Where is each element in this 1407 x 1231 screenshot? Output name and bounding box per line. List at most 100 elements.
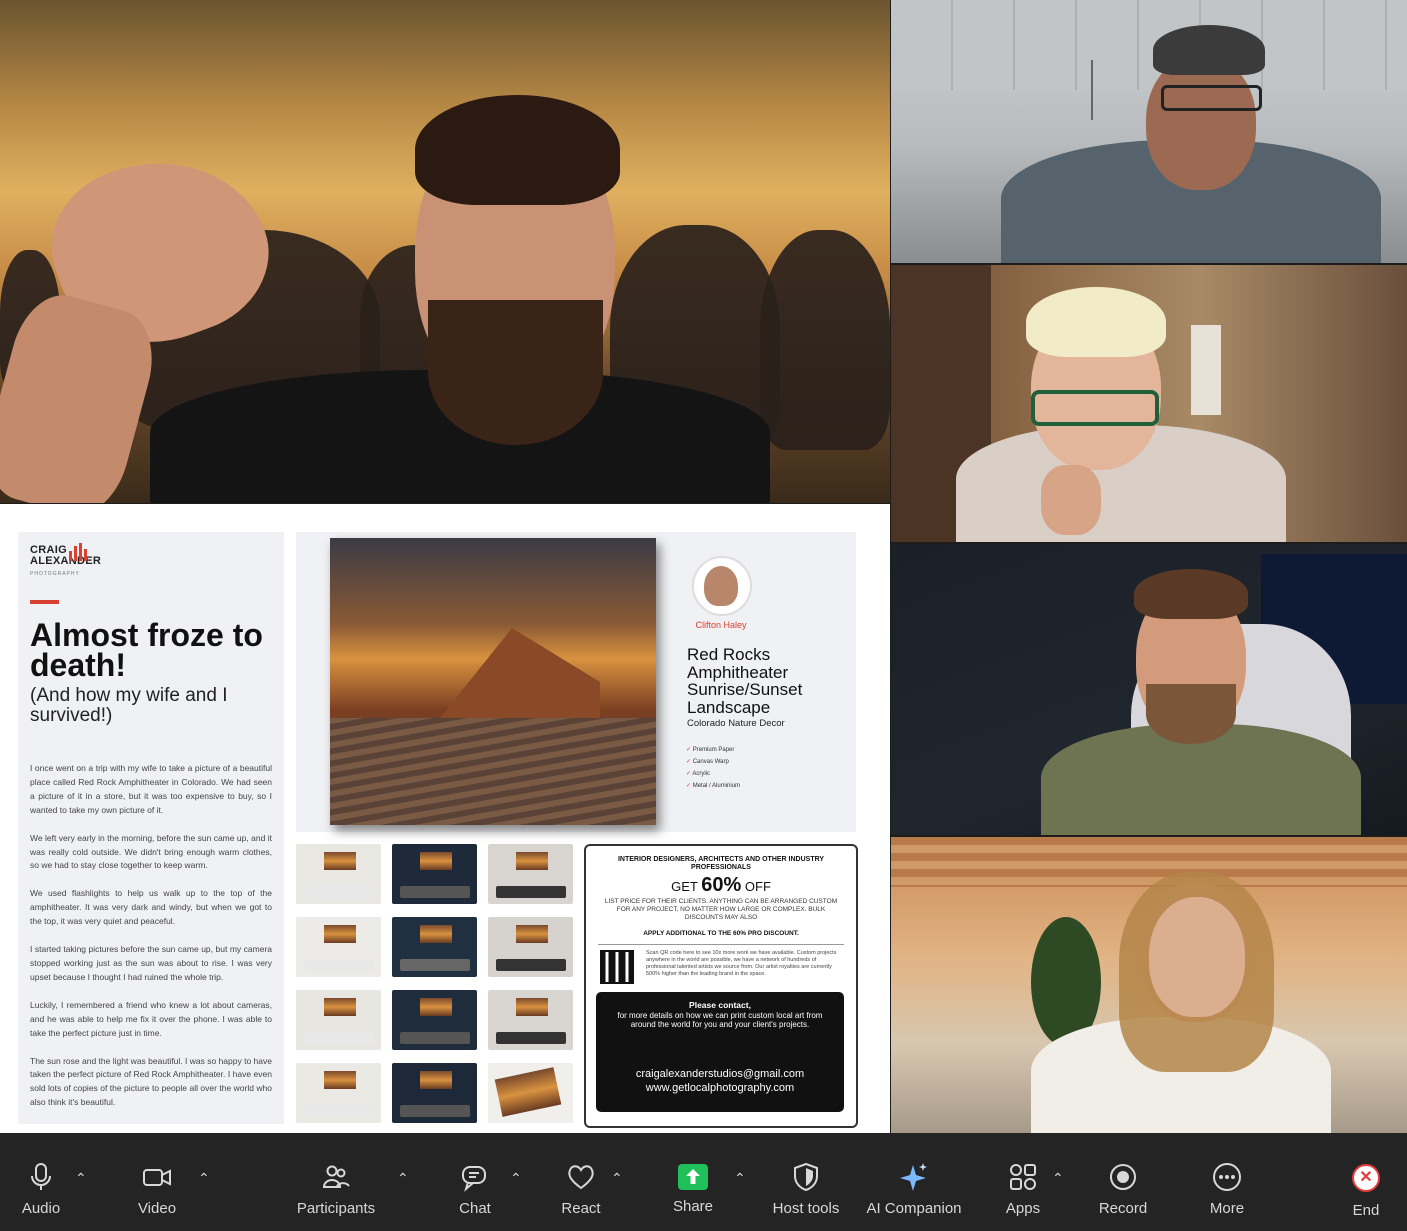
promo-header: INTERIOR DESIGNERS, ARCHITECTS AND OTHER… [617,856,825,871]
speaker-beard [428,300,603,445]
participant-hair [1026,287,1166,357]
microphone-icon [31,1163,51,1190]
article-paragraph: We used flashlights to help us walk up t… [30,888,272,927]
article-body: I once went on a trip with my wife to ta… [30,762,272,1124]
participant-video-4[interactable] [891,837,1407,1133]
video-button[interactable]: Video [130,1162,184,1220]
article-paragraph: The sun rose and the light was beautiful… [30,1055,272,1108]
contact-box: Please contact, for more details on how … [596,992,844,1112]
participant-video-2[interactable] [891,265,1407,542]
contact-website: www.getlocalphotography.com [645,1082,795,1094]
more-dots-icon [1213,1163,1241,1191]
participant-video-1[interactable] [891,0,1407,263]
accent-bar [30,600,59,604]
share-label: Share [672,1198,714,1215]
shield-icon [794,1162,818,1192]
ai-companion-button[interactable]: AI Companion [862,1162,966,1220]
room-mockup-thumbnail [392,990,477,1050]
artist-avatar-face [704,566,738,606]
promo-get: GET [671,879,698,894]
more-button[interactable]: More [1200,1162,1254,1220]
room-mockup-thumbnail [392,917,477,977]
logo-line-3: PHOTOGRAPHY [30,571,80,577]
room-mockup-thumbnail [296,917,381,977]
article-subheadline: (And how my wife and I survived!) [30,685,228,726]
participant-face [1146,55,1256,190]
room-mockup-thumbnail [392,844,477,904]
pro-discount-card: INTERIOR DESIGNERS, ARCHITECTS AND OTHER… [584,844,858,1128]
room-mockup-thumbnail [296,1063,381,1123]
contact-description: for more details on how we can print cus… [617,1011,823,1029]
feature-item: Premium Paper [686,744,806,756]
participants-label: Participants [296,1200,376,1217]
article-paragraph: I started taking pictures before the sun… [30,944,272,982]
end-label: End [1352,1202,1380,1219]
participant-glasses [1031,390,1159,426]
react-button[interactable]: React [554,1162,608,1220]
participant-video-3[interactable] [891,544,1407,835]
qr-code-icon [600,950,634,984]
ceiling [891,0,1407,90]
apps-button[interactable]: Apps [996,1162,1050,1220]
apps-options-chevron-icon[interactable]: ⌃ [1052,1170,1064,1187]
room-mockup-thumbnail [488,917,573,977]
logo-line-2: ALEXANDER [30,555,102,567]
host-tools-button[interactable]: Host tools [766,1162,846,1220]
chat-button[interactable]: Chat [448,1162,502,1220]
more-label: More [1209,1200,1245,1217]
audio-button[interactable]: Audio [14,1162,68,1220]
share-button[interactable]: Share [666,1162,720,1220]
apps-grid-icon [1010,1164,1036,1190]
background-elephant [760,230,890,450]
participants-button[interactable]: Participants [290,1162,382,1220]
audio-label: Audio [21,1200,61,1217]
contact-title: Please contact, [689,1000,751,1010]
participants-icon [322,1165,350,1188]
article-paragraph: We left very early in the morning, befor… [30,832,272,871]
video-options-chevron-icon[interactable]: ⌃ [198,1170,210,1187]
participant-hand [1041,465,1101,535]
red-rocks-canvas-image [330,538,656,825]
room-mockup-thumbnail [488,844,573,904]
promo-offer: GET 60% OFF [596,874,846,897]
artist-avatar [692,556,752,616]
participant-hair [1134,569,1248,619]
product-title: Red Rocks Amphitheater Sunrise/Sunset La… [687,645,803,717]
contact-email: craigalexanderstudios@gmail.com [635,1068,805,1080]
share-options-chevron-icon[interactable]: ⌃ [734,1170,746,1187]
feature-item: Canvas Warp [686,756,806,768]
promo-percent: 60% [701,874,742,896]
divider [598,944,844,945]
chat-label: Chat [459,1200,491,1217]
audio-options-chevron-icon[interactable]: ⌃ [75,1170,87,1187]
chat-bubble-icon [462,1166,486,1192]
artist-name: Clifton Haley [695,620,747,630]
participant-beard [1146,684,1236,744]
react-options-chevron-icon[interactable]: ⌃ [611,1170,623,1187]
video-label: Video [137,1200,177,1217]
promo-apply: APPLY ADDITIONAL TO THE 60% PRO DISCOUNT… [643,930,799,937]
record-button[interactable]: Record [1094,1162,1152,1220]
end-icon: ✕ [1351,1164,1381,1194]
product-subtitle: Colorado Nature Decor [687,718,785,729]
participant-face-front [1149,897,1245,1017]
promo-off: OFF [744,879,771,894]
participants-options-chevron-icon[interactable]: ⌃ [397,1170,409,1187]
active-speaker-video[interactable] [0,0,890,503]
promo-terms: LIST PRICE FOR THEIR CLIENTS. ANYTHING C… [604,898,838,921]
skyline-logo-icon [69,543,87,561]
speaker-hair [415,95,620,205]
chat-options-chevron-icon[interactable]: ⌃ [510,1170,522,1187]
react-label: React [561,1200,601,1217]
record-icon [1110,1164,1136,1190]
room-mockup-thumbnail [392,1063,477,1123]
end-meeting-button[interactable]: ✕ End [1343,1162,1389,1220]
material-samples-thumbnail [488,1063,573,1123]
room-mockup-thumbnail [296,990,381,1050]
host-tools-label: Host tools [772,1200,840,1217]
room-mockup-thumbnail [296,844,381,904]
wood-ceiling [891,837,1407,887]
video-camera-icon [143,1169,171,1186]
room-mockup-thumbnail [488,990,573,1050]
feature-item: Metal / Aluminium [686,780,806,792]
